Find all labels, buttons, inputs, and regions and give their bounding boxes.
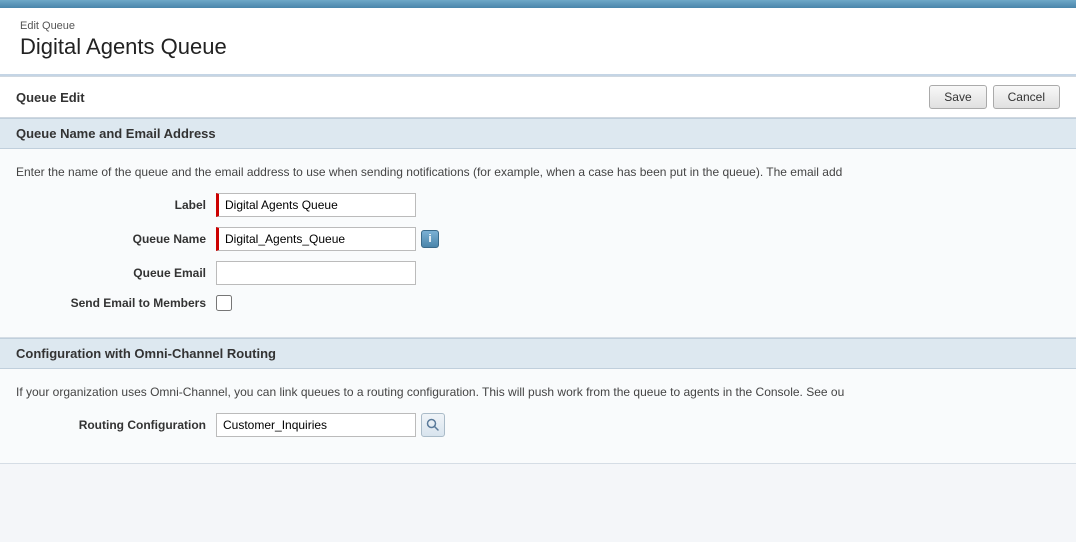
routing-config-input[interactable] (216, 413, 416, 437)
queue-email-field-container (216, 261, 416, 285)
queue-name-section-header: Queue Name and Email Address (0, 118, 1076, 149)
label-input[interactable] (216, 193, 416, 217)
queue-edit-title: Queue Edit (16, 90, 85, 105)
omni-channel-section: Configuration with Omni-Channel Routing … (0, 338, 1076, 464)
label-field-label: Label (16, 198, 216, 212)
routing-config-lookup-icon[interactable] (421, 413, 445, 437)
top-bar (0, 0, 1076, 8)
queue-name-row: Queue Name i (16, 227, 1060, 251)
queue-name-section: Queue Name and Email Address Enter the n… (0, 118, 1076, 338)
queue-name-info-icon[interactable]: i (421, 230, 439, 248)
queue-name-field-container: i (216, 227, 439, 251)
queue-email-row: Queue Email (16, 261, 1060, 285)
send-email-checkbox[interactable] (216, 295, 232, 311)
queue-name-section-body: Enter the name of the queue and the emai… (0, 149, 1076, 338)
send-email-field-container (216, 295, 232, 311)
queue-name-label: Queue Name (16, 232, 216, 246)
send-email-label: Send Email to Members (16, 296, 216, 310)
omni-channel-section-body: If your organization uses Omni-Channel, … (0, 369, 1076, 464)
cancel-button[interactable]: Cancel (993, 85, 1060, 109)
queue-email-input[interactable] (216, 261, 416, 285)
omni-channel-section-header: Configuration with Omni-Channel Routing (0, 338, 1076, 369)
form-container: Queue Edit Save Cancel Queue Name and Em… (0, 76, 1076, 464)
routing-config-row: Routing Configuration (16, 413, 1060, 437)
routing-config-label: Routing Configuration (16, 418, 216, 432)
routing-config-field-container (216, 413, 445, 437)
queue-name-input[interactable] (216, 227, 416, 251)
save-button[interactable]: Save (929, 85, 986, 109)
page-header: Edit Queue Digital Agents Queue (0, 8, 1076, 76)
queue-name-description: Enter the name of the queue and the emai… (16, 163, 1060, 181)
label-row: Label (16, 193, 1060, 217)
edit-queue-label: Edit Queue (20, 20, 1056, 32)
header-buttons: Save Cancel (929, 85, 1060, 109)
send-email-row: Send Email to Members (16, 295, 1060, 311)
page-title: Digital Agents Queue (20, 34, 1056, 60)
omni-channel-description: If your organization uses Omni-Channel, … (16, 383, 1060, 401)
label-field-container (216, 193, 416, 217)
queue-edit-header: Queue Edit Save Cancel (0, 76, 1076, 118)
queue-email-label: Queue Email (16, 266, 216, 280)
